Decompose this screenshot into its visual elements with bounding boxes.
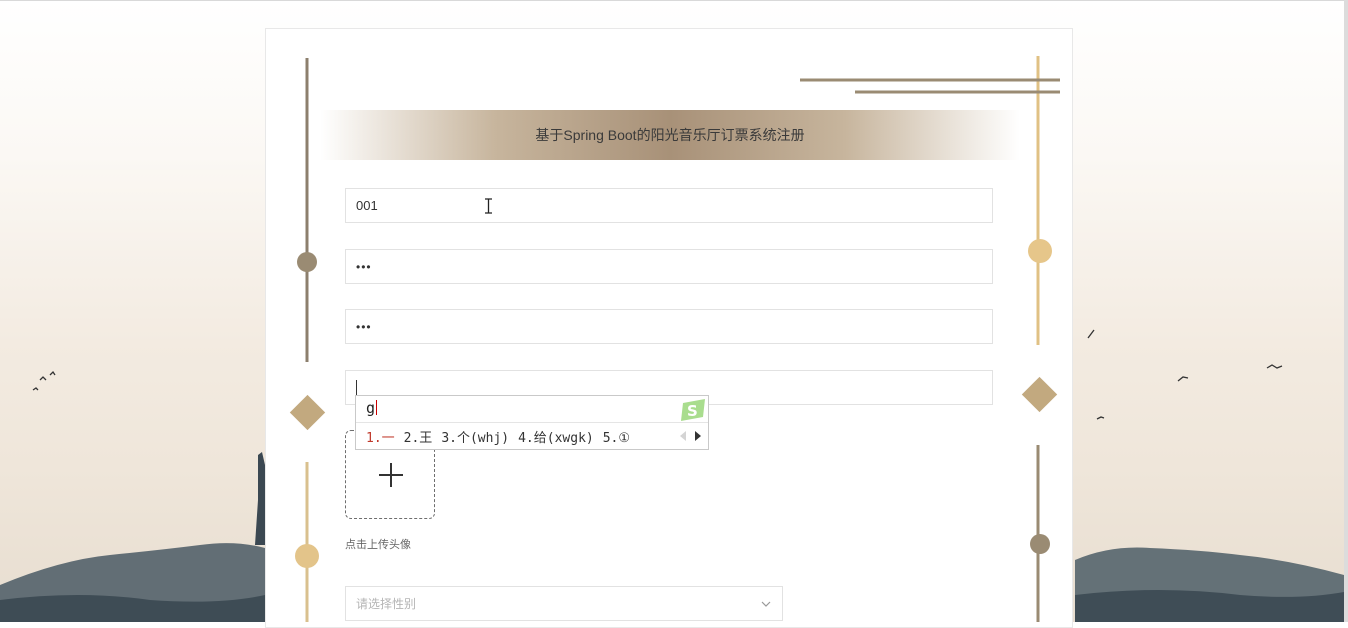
svg-text:S: S	[687, 402, 698, 420]
chevron-down-icon	[761, 601, 771, 607]
page-title: 基于Spring Boot的阳光音乐厅订票系统注册	[535, 127, 805, 143]
password-value: •••	[356, 259, 372, 274]
page-banner: 基于Spring Boot的阳光音乐厅订票系统注册	[320, 110, 1020, 160]
ime-candidate[interactable]: 5.①	[603, 431, 630, 446]
confirm-password-input[interactable]: •••	[345, 309, 993, 344]
ime-candidates: 1.一 2.王 3.个(whj) 4.给(xwgk) 5.①	[366, 427, 639, 446]
gender-placeholder: 请选择性别	[356, 597, 417, 611]
ime-candidate-window: g S 1.一 2.王 3.个(whj) 4.给(xwgk) 5.①	[355, 395, 709, 450]
ime-composition: g	[366, 399, 378, 417]
scrollbar[interactable]	[1344, 0, 1348, 622]
ime-candidate[interactable]: 2.王	[404, 431, 433, 446]
text-caret	[356, 380, 357, 395]
ime-candidate[interactable]: 3.个(whj)	[441, 431, 509, 446]
upload-hint: 点击上传头像	[345, 539, 411, 551]
username-value: 001	[356, 198, 378, 213]
ime-prev-page-icon[interactable]	[679, 431, 687, 441]
gender-select[interactable]: 请选择性别	[345, 586, 783, 621]
ime-next-page-icon[interactable]	[694, 431, 702, 441]
password-input[interactable]: •••	[345, 249, 993, 284]
text-cursor-icon	[485, 198, 492, 214]
username-input[interactable]: 001	[345, 188, 993, 223]
ime-candidate[interactable]: 4.给(xwgk)	[518, 431, 594, 446]
confirm-password-value: •••	[356, 319, 372, 334]
sogou-logo-icon: S	[681, 399, 705, 421]
ime-candidate[interactable]: 1.一	[366, 431, 395, 446]
